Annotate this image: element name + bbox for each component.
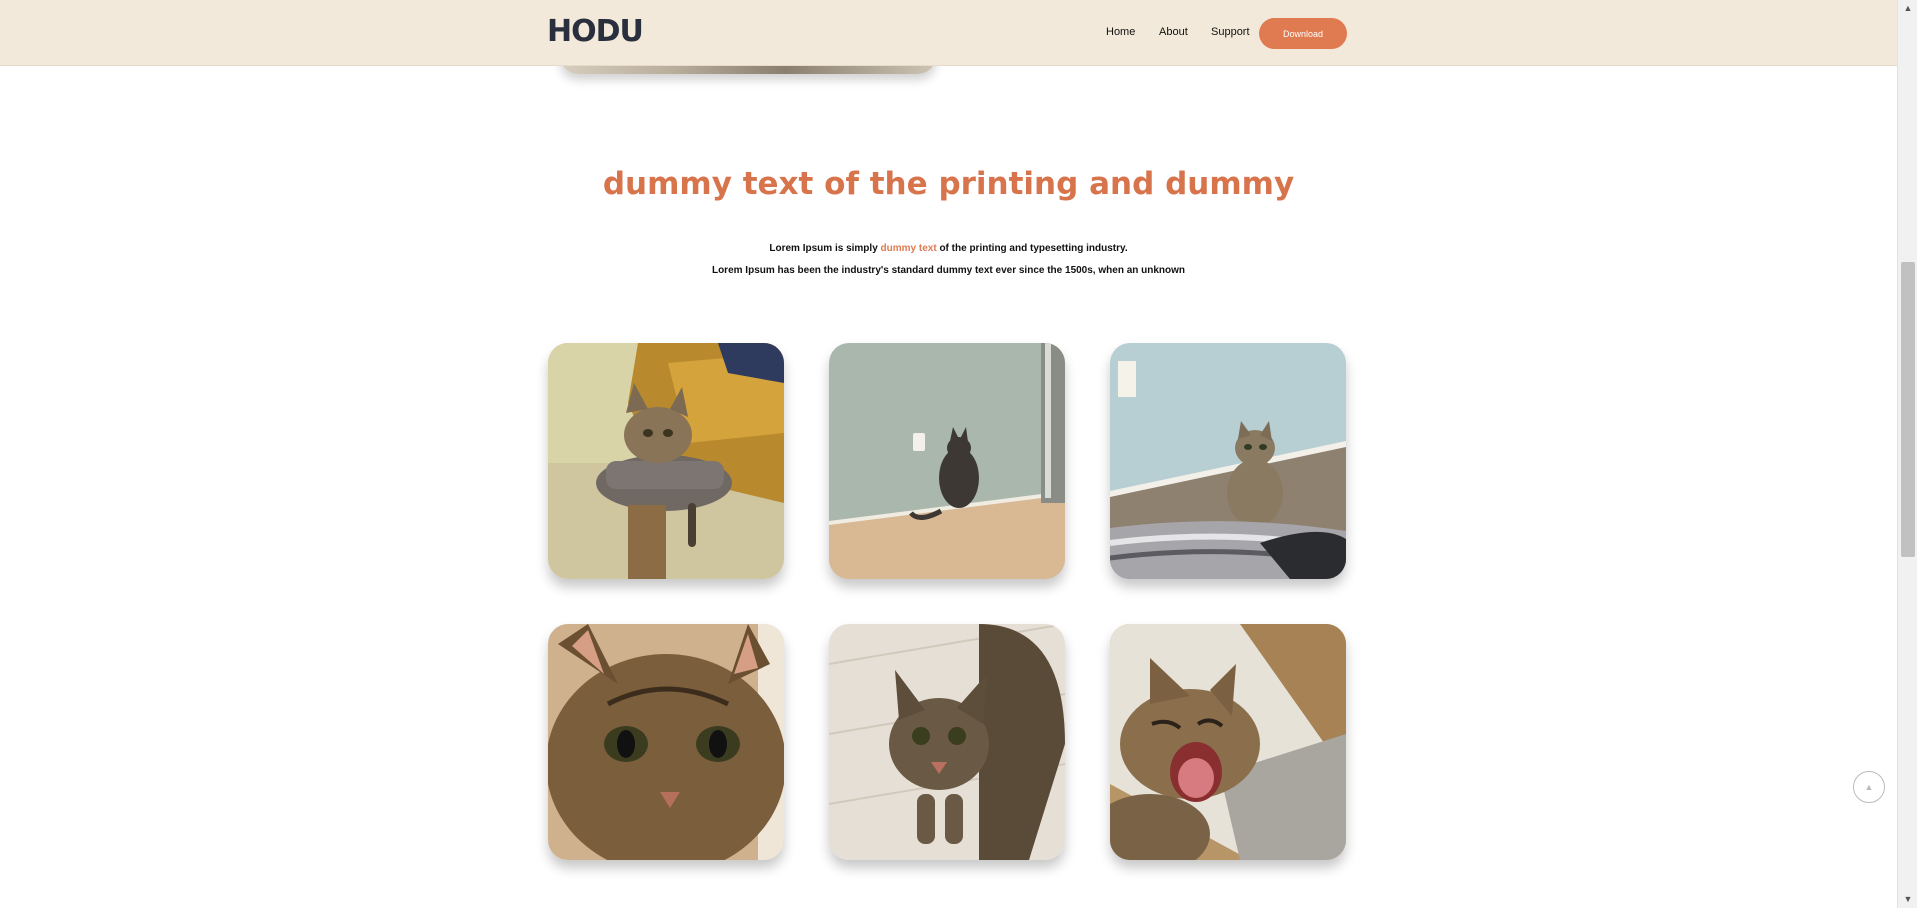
page-scrollbar[interactable]: ▲ ▼ <box>1897 0 1917 908</box>
hodu-logo[interactable]: HODU <box>547 14 644 49</box>
scroll-down-arrow-icon[interactable]: ▼ <box>1898 891 1917 908</box>
scroll-up-arrow-icon[interactable]: ▲ <box>1898 0 1917 17</box>
gallery-photo-cat-yawning <box>1110 624 1346 860</box>
gallery-photo-cat-facing-wall <box>829 343 1065 579</box>
section-description-line-2: Lorem Ipsum has been the industry's stan… <box>711 265 1186 276</box>
top-navigation-bar: HODU Home About Support Download <box>0 0 1897 66</box>
highlighted-text: dummy text <box>880 243 937 254</box>
nav-about-link[interactable]: About <box>1159 26 1188 38</box>
back-to-top-button[interactable]: ▲ <box>1853 771 1885 803</box>
download-button[interactable]: Download <box>1259 18 1347 49</box>
nav-home-link[interactable]: Home <box>1106 26 1135 38</box>
section-description-line-1: Lorem Ipsum is simply dummy text of the … <box>769 243 1128 254</box>
nav-support-link[interactable]: Support <box>1211 26 1250 38</box>
arrow-up-icon: ▲ <box>1864 782 1874 792</box>
gallery-photo-cat-face-closeup <box>548 624 784 860</box>
section-title: dummy text of the printing and dummy <box>602 166 1295 202</box>
scrollbar-thumb[interactable] <box>1901 262 1915 557</box>
gallery-photo-cat-on-scratching-post <box>548 343 784 579</box>
gallery-photo-cat-looking-up-floor <box>829 624 1065 860</box>
gallery-photo-cat-sitting-on-blanket <box>1110 343 1346 579</box>
